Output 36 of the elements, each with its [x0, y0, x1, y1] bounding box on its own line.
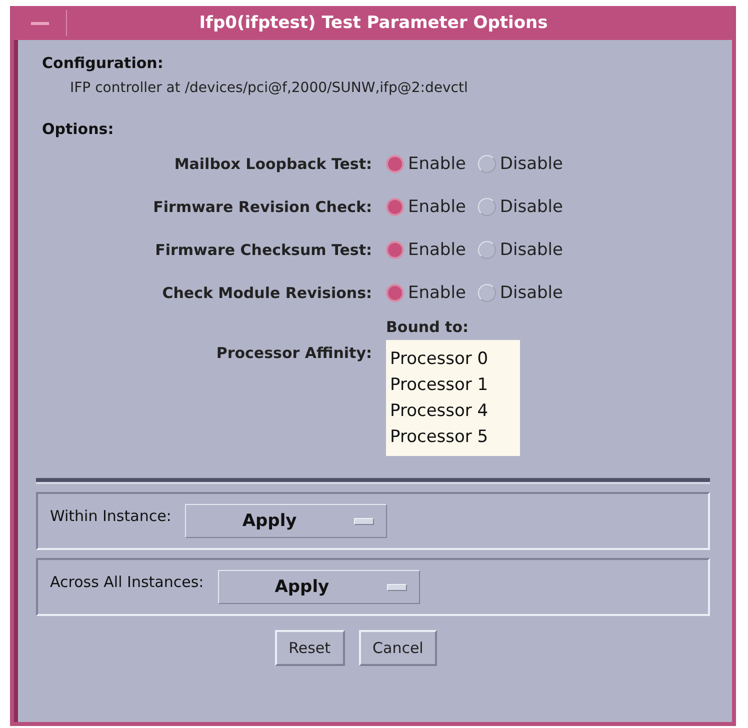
menu-indicator-icon [354, 518, 374, 524]
dash-icon [31, 22, 49, 24]
option-label: Firmware Revision Check: [153, 198, 372, 216]
radio-label[interactable]: Disable [500, 154, 563, 174]
list-item[interactable]: Processor 5 [390, 424, 516, 450]
option-label: Mailbox Loopback Test: [174, 154, 372, 172]
window-title: Ifp0(ifptest) Test Parameter Options [198, 13, 549, 33]
radio-label[interactable]: Enable [408, 196, 466, 216]
radio-label[interactable]: Enable [408, 282, 466, 302]
radio-button[interactable] [386, 154, 404, 172]
radio-button[interactable] [386, 198, 404, 216]
group-label: Across All Instances: [50, 572, 204, 591]
list-item[interactable]: Processor 1 [390, 372, 516, 398]
radio-button[interactable] [386, 240, 404, 258]
option-menu[interactable]: Apply [218, 570, 420, 604]
option-menu[interactable]: Apply [185, 504, 388, 538]
menu-indicator-icon [386, 584, 407, 590]
dialog-button[interactable]: Reset [274, 630, 345, 666]
radio-label[interactable]: Disable [500, 240, 563, 260]
radio-label[interactable]: Disable [500, 196, 563, 216]
option-label: Processor Affinity: [216, 344, 372, 364]
list-item[interactable]: Processor 0 [390, 346, 516, 372]
radio-label[interactable]: Enable [408, 240, 466, 260]
list-item[interactable]: Processor 4 [390, 398, 516, 424]
radio-button[interactable] [386, 284, 404, 302]
configuration-value: IFP controller at /devices/pci@f,2000/SUNW,ifp@2:devctl [70, 80, 469, 96]
radio-label[interactable]: Disable [500, 282, 563, 302]
list-label: Bound to: [386, 318, 470, 336]
dialog-button[interactable]: Cancel [358, 630, 438, 666]
group-label: Within Instance: [50, 506, 172, 525]
option-label: Firmware Checksum Test: [155, 240, 372, 258]
section-heading: Configuration: [42, 54, 164, 72]
radio-label[interactable]: Enable [408, 154, 466, 174]
processor-list[interactable]: Processor 0 Processor 1 Processor 4 Processor 5 [386, 340, 520, 456]
option-label: Check Module Revisions: [162, 284, 372, 302]
section-heading: Options: [42, 120, 115, 138]
